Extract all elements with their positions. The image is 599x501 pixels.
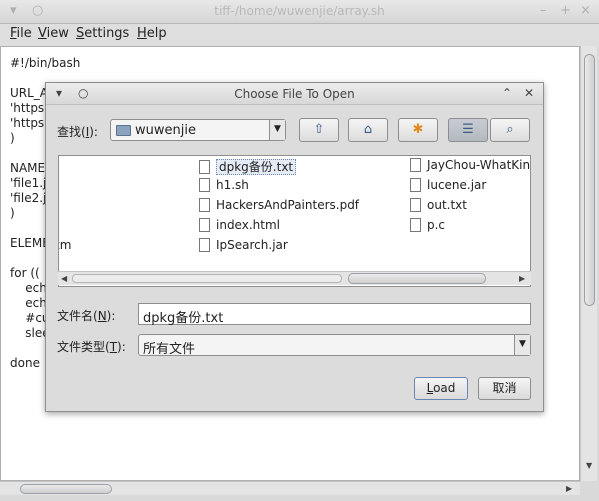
new-folder-button[interactable]: ✱ [398,118,438,142]
window-title: tiff-/home/wuwenjie/array.sh [214,4,385,18]
cancel-button[interactable]: 取消 [478,377,531,400]
load-button[interactable]: Load [414,377,468,400]
code-line: #!/bin/bash [10,56,81,70]
home-button[interactable]: ⌂ [348,118,388,142]
file-name-field[interactable]: dpkg备份.txt [138,303,531,326]
list-view-button[interactable]: ☰ [448,118,488,142]
code-line: 'file2.j [10,191,47,205]
details-view-icon: ⌕ [506,122,514,137]
cancel-button-label: 取消 [492,381,517,395]
editor-horizontal-scrollbar[interactable]: ▶ [0,481,580,495]
file-icon [410,198,421,212]
file-name-label: 文件名(N): [57,309,116,323]
scroll-left-icon[interactable]: ◀ [61,274,67,283]
list-item[interactable]: p.c [410,218,445,236]
code-line: done [10,356,40,370]
up-folder-button[interactable]: ⇧ [299,118,339,142]
up-folder-icon: ⇧ [313,122,325,137]
look-in-combo[interactable]: wuwenjie ▼ [110,119,286,141]
code-line: ELEME [10,236,50,250]
menu-view[interactable]: View [38,26,69,41]
file-icon [410,178,421,192]
look-in-label: 查找(I): [57,125,98,139]
code-line: URL_A [10,86,49,100]
minimize-button[interactable]: – [540,3,547,18]
scrollbar-thumb[interactable] [20,484,112,494]
menu-file[interactable]: File [10,26,32,41]
scrollbar-thumb[interactable] [348,273,486,284]
details-view-button[interactable]: ⌕ [490,118,530,142]
scroll-right-icon[interactable]: ▶ [566,484,572,493]
folder-icon [116,125,131,136]
file-icon [199,160,210,174]
file-icon [199,218,210,232]
list-item-selected[interactable]: dpkg备份.txt [199,158,297,176]
code-line: slee [10,326,50,340]
list-item[interactable]: tm [59,238,71,256]
new-folder-icon: ✱ [412,122,424,137]
dialog-close-button[interactable]: ✕ [524,86,534,100]
dialog-titlebar[interactable]: ▾ ○ Choose File To Open ⌃ ✕ [46,83,543,105]
file-list-horizontal-scrollbar[interactable]: ◀ ▶ [58,271,531,285]
chevron-down-icon[interactable]: ▼ [269,120,285,140]
file-icon [199,198,210,212]
list-item[interactable]: JayChou-WhatKind [410,158,530,176]
list-item[interactable]: h1.sh [199,178,249,196]
window-titlebar[interactable]: ▾ ○ tiff-/home/wuwenjie/array.sh – + × [0,0,599,24]
maximize-button[interactable]: + [560,3,571,18]
code-line: ech [10,281,47,295]
editor-vertical-scrollbar[interactable]: ▼ [580,46,597,481]
file-type-select[interactable]: 所有文件 ▼ [138,334,531,357]
scrollbar-thumb[interactable] [584,54,595,306]
list-item[interactable]: lucene.jar [410,178,486,196]
file-type-value: 所有文件 [143,342,196,357]
code-line: #cu [10,311,50,325]
load-button-label: Load [426,381,456,395]
close-button[interactable]: × [580,3,591,18]
list-view-icon: ☰ [462,122,474,137]
dialog-collapse-icon[interactable]: ⌃ [502,86,512,100]
scroll-right-icon[interactable]: ▶ [519,274,525,283]
code-line: 'https [10,116,45,130]
file-icon [410,158,421,172]
menu-help[interactable]: Help [137,26,167,41]
home-icon: ⌂ [363,122,373,137]
code-line: ech [10,296,47,310]
file-list[interactable]: tm dpkg备份.txt h1.sh HackersAndPainters.p… [58,155,531,287]
list-item[interactable]: out.txt [410,198,467,216]
chevron-down-icon[interactable]: ▼ [514,335,530,355]
code-line: for (( [10,266,40,280]
file-chooser-dialog: ▾ ○ Choose File To Open ⌃ ✕ 查找(I): wuwen… [45,82,544,412]
code-line: 'https [10,101,45,115]
list-item[interactable]: HackersAndPainters.pdf [199,198,359,216]
code-line: 'file1.j [10,176,47,190]
file-icon [199,178,210,192]
scrollbar-track[interactable] [72,274,342,283]
menu-bar: File View Settings Help [0,24,599,46]
menu-settings[interactable]: Settings [76,26,129,41]
file-icon [410,218,421,232]
list-item[interactable]: index.html [199,218,280,236]
code-line: ) [10,206,15,220]
file-type-label: 文件类型(T): [57,340,126,354]
file-icon [199,238,210,252]
current-folder: wuwenjie [135,123,196,138]
code-line: ) [10,131,15,145]
scroll-down-icon[interactable]: ▼ [586,461,592,470]
list-item[interactable]: IpSearch.jar [199,238,288,256]
dialog-title: Choose File To Open [234,87,355,101]
